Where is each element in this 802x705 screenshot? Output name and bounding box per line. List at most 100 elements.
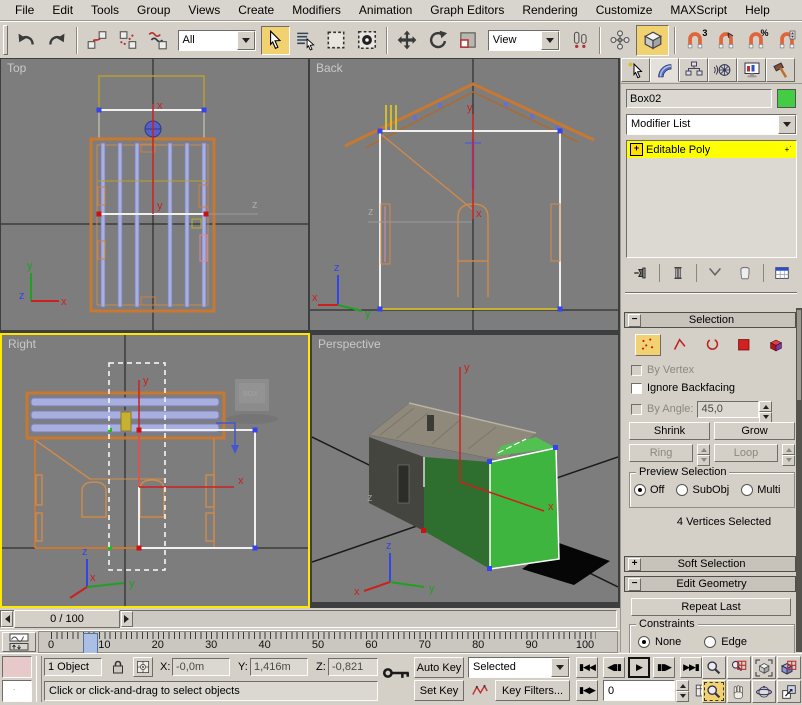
- key-filters-button[interactable]: Key Filters...: [495, 680, 570, 701]
- collapse-icon[interactable]: −: [628, 313, 641, 327]
- modifier-stack-list[interactable]: + Editable Poly +˙: [626, 140, 797, 258]
- redo-button[interactable]: [42, 26, 71, 55]
- spinner-snap-button[interactable]: [772, 26, 801, 55]
- unlink-selection-button[interactable]: [114, 26, 143, 55]
- track-bar-frame-handle[interactable]: [83, 633, 98, 654]
- polygon-subobject-button[interactable]: [731, 334, 757, 356]
- loop-button[interactable]: Loop: [714, 444, 778, 462]
- set-key-mode-button[interactable]: [468, 680, 492, 701]
- min-max-toggle-button[interactable]: [777, 680, 801, 703]
- time-slider-handle[interactable]: 0 / 100: [14, 610, 120, 628]
- border-subobject-button[interactable]: [699, 334, 725, 356]
- rollout-scrollbar[interactable]: [796, 308, 802, 652]
- keyboard-override-toggle[interactable]: [382, 662, 412, 684]
- viewport-perspective[interactable]: Perspective y x z z x y: [312, 335, 618, 602]
- tab-display[interactable]: [737, 58, 766, 82]
- vertex-subobject-button[interactable]: [635, 334, 661, 356]
- menu-item-customize[interactable]: Customize: [587, 1, 662, 19]
- bind-to-space-warp-button[interactable]: [144, 26, 173, 55]
- grow-button[interactable]: Grow: [714, 422, 795, 440]
- constraint-edge-radio[interactable]: [704, 636, 717, 648]
- undo-button[interactable]: [12, 26, 41, 55]
- collapse-icon[interactable]: −: [628, 577, 641, 591]
- tab-modify[interactable]: [650, 58, 679, 82]
- next-frame-arrow-button[interactable]: [121, 611, 133, 627]
- by-angle-field[interactable]: 45,0: [697, 400, 760, 418]
- soft-selection-rollout-header[interactable]: + Soft Selection: [624, 556, 796, 572]
- menu-item-maxscript[interactable]: MAXScript: [661, 1, 736, 19]
- menu-item-help[interactable]: Help: [736, 1, 779, 19]
- pin-stack-button[interactable]: [629, 263, 653, 283]
- modifier-list-combo[interactable]: Modifier List: [626, 114, 797, 135]
- track-bar-ruler[interactable]: 0 10 20 30 40 50 60 70 80 90 100: [38, 631, 618, 654]
- maxscript-listener-pink[interactable]: [2, 656, 32, 678]
- key-filter-combo[interactable]: Selected: [468, 657, 570, 678]
- zoom-button[interactable]: [702, 656, 726, 679]
- maxscript-listener-white[interactable]: .: [2, 680, 32, 702]
- previous-frame-button[interactable]: ◀▮▮: [603, 657, 625, 678]
- ring-button[interactable]: Ring: [629, 444, 693, 462]
- reference-coordinate-dropdown-button[interactable]: [541, 30, 560, 50]
- use-pivot-center-button[interactable]: [565, 26, 594, 55]
- modifier-stack-item[interactable]: + Editable Poly +˙: [627, 141, 796, 158]
- show-end-result-button[interactable]: [666, 263, 690, 283]
- menu-item-views[interactable]: Views: [179, 1, 229, 19]
- menu-item-animation[interactable]: Animation: [350, 1, 421, 19]
- menu-item-create[interactable]: Create: [229, 1, 283, 19]
- loop-spinner[interactable]: [782, 444, 795, 466]
- selection-rollout-header[interactable]: − Selection: [624, 312, 796, 328]
- object-color-swatch[interactable]: [777, 89, 796, 108]
- preview-off-radio[interactable]: [634, 484, 646, 496]
- by-vertex-checkbox[interactable]: [631, 364, 642, 376]
- expand-icon[interactable]: +: [628, 557, 641, 571]
- menu-item-graph-editors[interactable]: Graph Editors: [421, 1, 513, 19]
- menu-item-tools[interactable]: Tools: [82, 1, 128, 19]
- viewport-right-active[interactable]: Right BOX y x z x y: [0, 333, 310, 608]
- select-and-move-button[interactable]: [393, 26, 422, 55]
- selection-filter-dropdown-button[interactable]: [237, 30, 256, 50]
- tab-motion[interactable]: [708, 58, 737, 82]
- go-to-start-button[interactable]: ▮◀◀: [576, 657, 598, 678]
- element-subobject-button[interactable]: [763, 334, 789, 356]
- splitter[interactable]: [36, 656, 42, 702]
- selection-filter-combo[interactable]: All: [177, 29, 257, 51]
- shrink-button[interactable]: Shrink: [629, 422, 710, 440]
- key-filter-dropdown-button[interactable]: [551, 658, 569, 677]
- menu-item-rendering[interactable]: Rendering: [513, 1, 586, 19]
- edit-geometry-rollout-header[interactable]: − Edit Geometry: [624, 576, 796, 592]
- select-and-scale-button[interactable]: [454, 26, 483, 55]
- tab-hierarchy[interactable]: [679, 58, 708, 82]
- object-name-field[interactable]: Box02: [626, 89, 772, 108]
- set-key-button[interactable]: Set Key: [414, 680, 464, 701]
- preview-multi-radio[interactable]: [741, 484, 754, 496]
- z-coordinate-field[interactable]: -0,821: [328, 658, 378, 676]
- key-mode-toggle-button[interactable]: ▮◀▶: [576, 680, 598, 701]
- menu-item-group[interactable]: Group: [128, 1, 179, 19]
- by-angle-spinner[interactable]: [759, 400, 773, 423]
- snap-3d-button[interactable]: 3: [681, 26, 710, 55]
- expand-stack-icon[interactable]: +: [630, 143, 643, 156]
- modifier-list-dropdown-button[interactable]: [778, 115, 796, 134]
- selection-region-button[interactable]: [322, 26, 351, 55]
- ignore-backfacing-checkbox[interactable]: [631, 382, 642, 394]
- select-object-button[interactable]: [261, 25, 290, 55]
- by-angle-checkbox[interactable]: [631, 403, 642, 415]
- arc-rotate-button[interactable]: [752, 680, 776, 703]
- menu-item-edit[interactable]: Edit: [43, 1, 82, 19]
- window-crossing-button[interactable]: [353, 26, 382, 55]
- select-by-name-button[interactable]: [292, 26, 321, 55]
- zoom-all-button[interactable]: [727, 656, 751, 679]
- angle-snap-button[interactable]: [711, 26, 740, 55]
- zoom-extents-button[interactable]: [752, 656, 776, 679]
- tab-utilities[interactable]: [766, 58, 795, 82]
- tab-create[interactable]: [621, 58, 650, 82]
- x-coordinate-field[interactable]: -0,0m: [172, 658, 230, 676]
- viewport-top[interactable]: Top x y z y x z: [1, 59, 308, 330]
- absolute-offset-toggle[interactable]: [133, 657, 153, 677]
- remove-modifier-button[interactable]: [733, 263, 757, 283]
- current-frame-field[interactable]: 0: [603, 680, 675, 701]
- go-to-end-button[interactable]: ▶▶▮: [680, 657, 702, 678]
- ring-spinner[interactable]: [697, 444, 710, 466]
- zoom-extents-all-button[interactable]: [777, 656, 801, 679]
- preview-subobj-radio[interactable]: [676, 484, 689, 496]
